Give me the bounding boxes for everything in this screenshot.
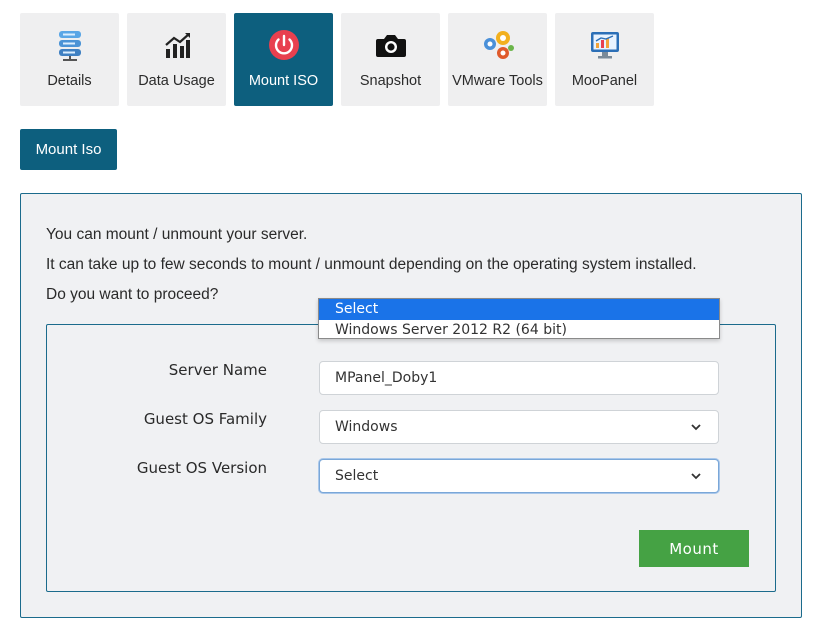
server-name-field[interactable]: MPanel_Doby1 xyxy=(319,361,719,395)
os-version-value: Select xyxy=(335,468,379,484)
intro-line: You can mount / unmount your server. xyxy=(46,226,308,243)
tab-moopanel[interactable]: MooPanel xyxy=(555,13,654,106)
bar-chart-icon xyxy=(160,28,194,62)
os-family-label: Guest OS Family xyxy=(143,410,267,428)
tab-mount-iso[interactable]: Mount ISO xyxy=(234,13,333,106)
intro-text: You can mount / unmount your server. It … xyxy=(46,220,697,310)
os-version-select[interactable]: Select xyxy=(319,459,719,493)
chevron-down-icon xyxy=(691,424,701,431)
tab-bar: Details Data Usage Mount ISO Snapshot VM… xyxy=(20,13,654,106)
os-family-select[interactable]: Windows xyxy=(319,410,719,444)
tab-details[interactable]: Details xyxy=(20,13,119,106)
os-version-dropdown: Select Windows Server 2012 R2 (64 bit) xyxy=(318,298,720,339)
camera-icon xyxy=(374,28,408,62)
server-name-value: MPanel_Doby1 xyxy=(335,370,438,386)
tab-label: MooPanel xyxy=(571,73,638,89)
tab-snapshot[interactable]: Snapshot xyxy=(341,13,440,106)
mount-form: Server Name MPanel_Doby1 Guest OS Family… xyxy=(46,324,776,592)
tab-data-usage[interactable]: Data Usage xyxy=(127,13,226,106)
gears-icon xyxy=(481,28,515,62)
tab-label: Snapshot xyxy=(359,73,422,89)
dropdown-option[interactable]: Select xyxy=(319,299,719,320)
mount-panel: You can mount / unmount your server. It … xyxy=(20,193,802,618)
server-stack-icon xyxy=(53,28,87,62)
power-icon xyxy=(267,28,301,62)
monitor-chart-icon xyxy=(588,28,622,62)
tab-label: Details xyxy=(47,73,92,89)
chevron-down-icon xyxy=(691,473,701,480)
intro-line: It can take up to few seconds to mount /… xyxy=(46,256,697,273)
tab-label: VMware Tools xyxy=(452,73,543,89)
tab-label: Data Usage xyxy=(138,73,215,89)
os-version-label: Guest OS Version xyxy=(136,459,267,477)
dropdown-option[interactable]: Windows Server 2012 R2 (64 bit) xyxy=(319,320,719,341)
server-name-label: Server Name xyxy=(168,361,267,379)
mount-iso-button[interactable]: Mount Iso xyxy=(20,129,117,170)
tab-vmware-tools[interactable]: VMware Tools xyxy=(448,13,547,106)
tab-label: Mount ISO xyxy=(248,73,319,89)
os-family-value: Windows xyxy=(335,419,398,435)
mount-submit-button[interactable]: Mount xyxy=(639,530,749,567)
